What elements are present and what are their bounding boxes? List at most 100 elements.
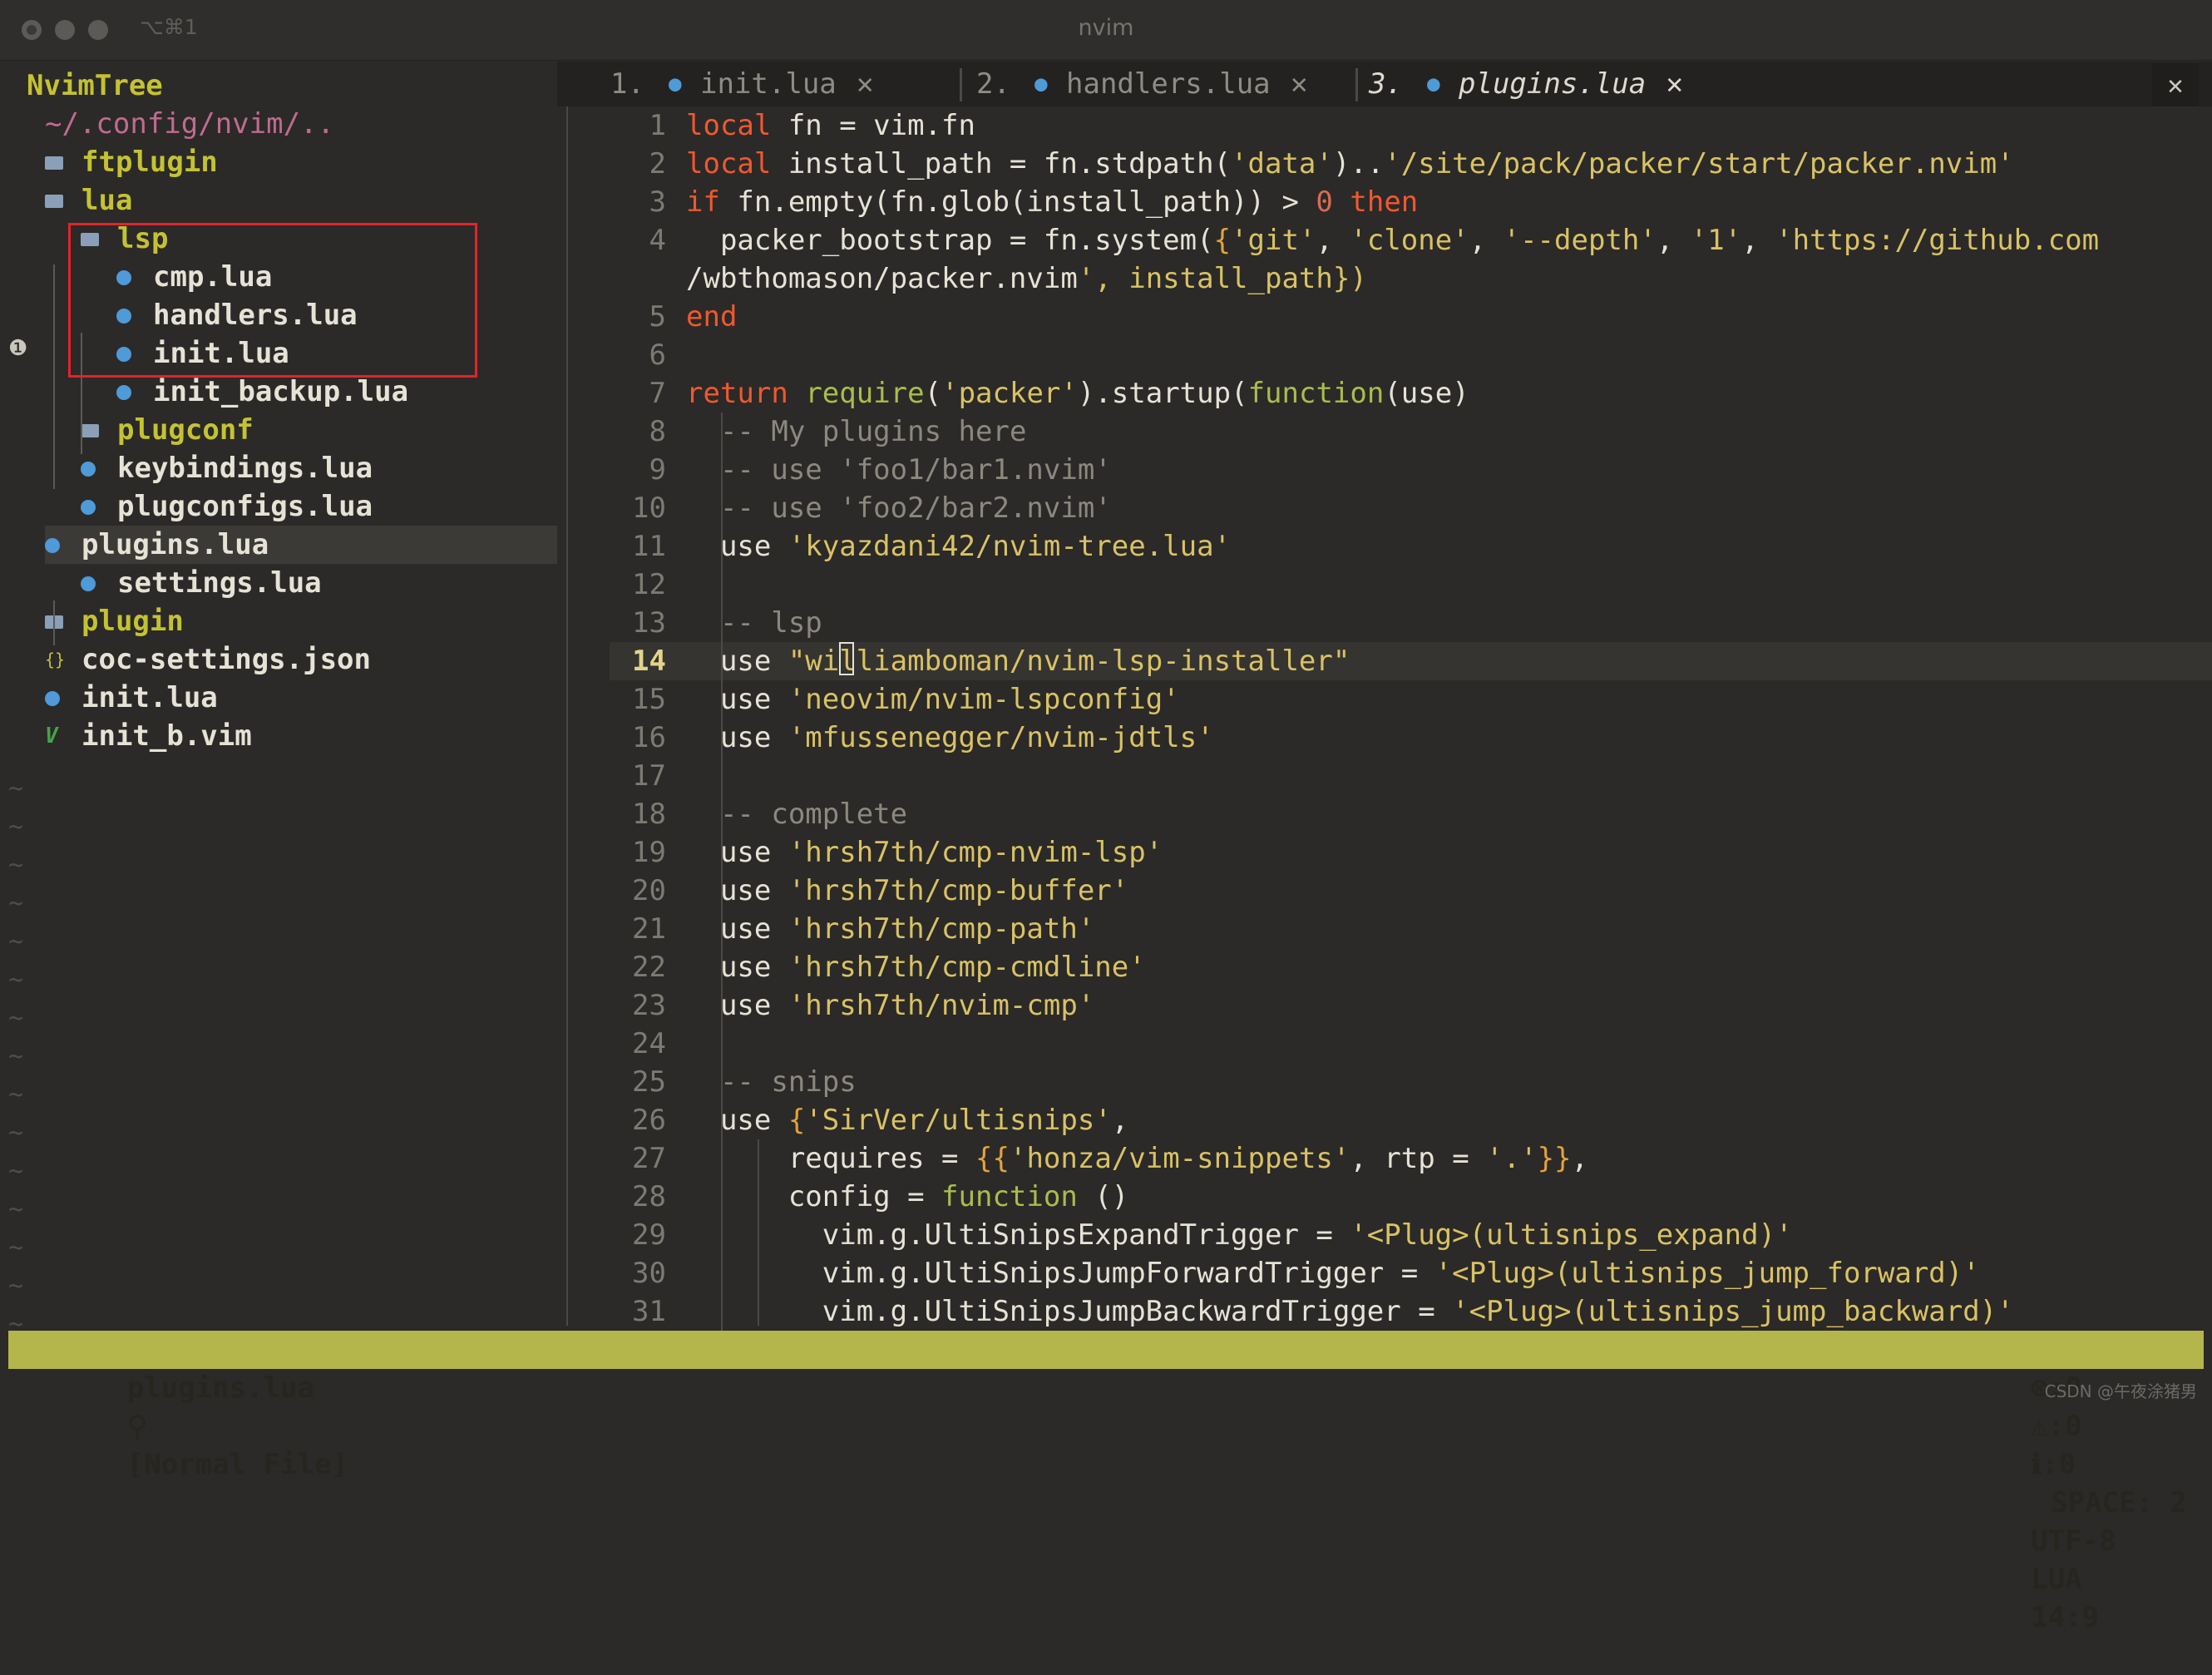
code-line[interactable]: 11 use 'kyazdani42/nvim-tree.lua' — [568, 527, 2212, 566]
code-line[interactable]: 17 — [568, 757, 2212, 795]
line-number: 27 — [632, 1142, 666, 1175]
line-number: 25 — [632, 1065, 666, 1099]
code-line[interactable]: 16 use 'mfussenegger/nvim-jdtls' — [568, 719, 2212, 757]
json-icon: {} — [45, 650, 66, 670]
tree-item[interactable]: {} coc-settings.json — [0, 640, 557, 679]
code-text: vim.g.UltiSnipsExpandTrigger = '<Plug>(u… — [686, 1218, 1793, 1252]
tab-plugins-lua[interactable]: 3. ● plugins.lua ✕ — [1369, 62, 2034, 106]
tree-root[interactable]: ~/.config/nvim/.. — [0, 105, 557, 143]
line-number: 15 — [632, 683, 666, 716]
code-line[interactable]: 2 local install_path = fn.stdpath('data')… — [568, 145, 2212, 183]
code-line[interactable]: 9 -- use 'foo1/bar1.nvim' — [568, 451, 2212, 489]
code-text: use 'neovim/nvim-lspconfig' — [686, 683, 1180, 716]
code-text: -- use 'foo2/bar2.nvim' — [719, 492, 1112, 525]
tree-item-label: init_backup.lua — [153, 375, 409, 408]
window-title: nvim — [1078, 15, 1134, 41]
code-text: use 'hrsh7th/cmp-cmdline' — [686, 951, 1146, 984]
code-line[interactable]: 8 -- My plugins here — [568, 413, 2212, 451]
tree-item-label: plugins.lua — [81, 528, 269, 561]
tab-bar: 1. ● init.lua ✕ 2. ● handlers.lua ✕ 3. ● plugins.l… — [557, 62, 2212, 106]
close-icon[interactable]: ✕ — [857, 65, 873, 103]
code-line[interactable]: 4 packer_bootstrap = fn.system({'git', '… — [568, 221, 2212, 259]
code-line[interactable]: 27 requires = {{'honza/vim-snippets', rt… — [568, 1139, 2212, 1178]
code-line[interactable]: 22 use 'hrsh7th/cmp-cmdline' — [568, 948, 2212, 986]
code-editor[interactable]: 1 local fn = vim.fn 2 local install_path = … — [568, 106, 2212, 1331]
tree-item[interactable]: init_backup.lua — [0, 373, 557, 411]
status-info: ℹ:0 — [2031, 1448, 2076, 1481]
code-line[interactable]: 1 local fn = vim.fn — [568, 106, 2212, 145]
status-mode: [Normal File] — [126, 1448, 348, 1481]
lua-icon: ● — [1427, 72, 1440, 96]
tree-item[interactable]: plugin — [0, 602, 557, 640]
code-line[interactable]: 5 end — [568, 298, 2212, 336]
code-line[interactable]: 19 use 'hrsh7th/cmp-nvim-lsp' — [568, 833, 2212, 872]
line-number: 11 — [632, 530, 666, 563]
tree-item-label: init.lua — [81, 681, 218, 714]
tree-item[interactable]: plugins.lua — [45, 526, 557, 564]
code-line[interactable]: 24 — [568, 1025, 2212, 1063]
indent-guide — [721, 413, 723, 1331]
tab-init-lua[interactable]: 1. ● init.lua ✕ — [610, 62, 960, 106]
code-text: config = function () — [686, 1180, 1129, 1213]
line-number: 22 — [632, 951, 666, 984]
code-line[interactable]: 7 return require('packer').startup(functi… — [568, 374, 2212, 413]
line-number: 13 — [632, 606, 666, 640]
code-line[interactable]: 20 use 'hrsh7th/cmp-buffer' — [568, 872, 2212, 910]
line-number: 20 — [632, 874, 666, 907]
tree-item-label: init_b.vim — [81, 719, 252, 753]
line-number: 16 — [632, 721, 666, 754]
tree-item[interactable]: ftplugin — [0, 143, 557, 181]
tree-item[interactable]: keybindings.lua — [0, 449, 557, 487]
code-line[interactable]: 26 use {'SirVer/ultisnips', — [568, 1101, 2212, 1139]
lua-icon — [45, 526, 60, 564]
code-line[interactable]: 18 -- complete — [568, 795, 2212, 833]
code-line[interactable]: 3 if fn.empty(fn.glob(install_path)) > 0 … — [568, 183, 2212, 221]
status-indent: SPACE: 2 — [2051, 1486, 2187, 1519]
code-text: -- snips — [719, 1065, 857, 1099]
code-line[interactable]: 29 vim.g.UltiSnipsExpandTrigger = '<Plug… — [568, 1216, 2212, 1254]
code-line[interactable]: 28 config = function () — [568, 1178, 2212, 1216]
lua-icon — [45, 679, 60, 717]
code-line[interactable]: 31 vim.g.UltiSnipsJumpBackwardTrigger = … — [568, 1292, 2212, 1331]
line-number: 4 — [649, 224, 666, 257]
tree-item[interactable]: Vinit_b.vim — [0, 717, 557, 755]
close-icon[interactable]: ✕ — [1666, 65, 1683, 103]
close-icon[interactable]: ✕ — [1291, 65, 1307, 103]
line-number: 19 — [632, 836, 666, 869]
code-line[interactable]: 23 use 'hrsh7th/nvim-cmp' — [568, 986, 2212, 1025]
line-number: 6 — [649, 338, 666, 372]
tree-item-label: ftplugin — [81, 146, 218, 179]
vim-icon: V — [45, 724, 58, 749]
tree-item[interactable]: plugconfigs.lua — [0, 487, 557, 526]
line-number: 26 — [632, 1104, 666, 1137]
code-line[interactable]: 13 -- lsp — [568, 604, 2212, 642]
folder-open-icon — [45, 181, 63, 220]
tree-item[interactable]: init.lua — [0, 679, 557, 717]
code-line[interactable]: 6 — [568, 336, 2212, 374]
close-all-tabs-button[interactable]: ✕ — [2152, 63, 2199, 106]
code-line[interactable]: 25 -- snips — [568, 1063, 2212, 1101]
tree-item[interactable]: lua — [0, 181, 557, 220]
watermark: CSDN @午夜涂猪男 — [2044, 1381, 2197, 1401]
line-number: 21 — [632, 912, 666, 946]
code-line[interactable]: /wbthomason/packer.nvim', install_path}) — [568, 259, 2212, 298]
tab-label: handlers.lua — [1066, 67, 1271, 101]
code-line[interactable]: 15 use 'neovim/nvim-lspconfig' — [568, 680, 2212, 719]
status-position: 14:9 — [2031, 1601, 2100, 1634]
code-line[interactable]: 10 -- use 'foo2/bar2.nvim' — [568, 489, 2212, 527]
code-line[interactable]: 30 vim.g.UltiSnipsJumpForwardTrigger = '… — [568, 1254, 2212, 1292]
status-left: plugins.lua ⚲ [Normal File] — [25, 1331, 348, 1522]
tree-item[interactable]: settings.lua — [0, 564, 557, 602]
tree-item[interactable]: plugconf — [0, 411, 557, 449]
code-line[interactable]: 12 — [568, 566, 2212, 604]
status-encoding: UTF-8 — [2031, 1524, 2116, 1558]
code-line[interactable]: 21 use 'hrsh7th/cmp-path' — [568, 910, 2212, 948]
tab-handlers-lua[interactable]: 2. ● handlers.lua ✕ — [976, 62, 1342, 106]
line-number: 28 — [632, 1180, 666, 1213]
code-text: vim.g.UltiSnipsJumpForwardTrigger = '<Pl… — [686, 1257, 1980, 1290]
line-number: 1 — [649, 109, 666, 142]
tab-label: plugins.lua — [1459, 67, 1647, 101]
code-text: -- My plugins here — [719, 415, 1027, 448]
tree-item-label: plugconf — [117, 413, 254, 447]
code-text: return require('packer').startup(functio… — [686, 377, 1469, 410]
